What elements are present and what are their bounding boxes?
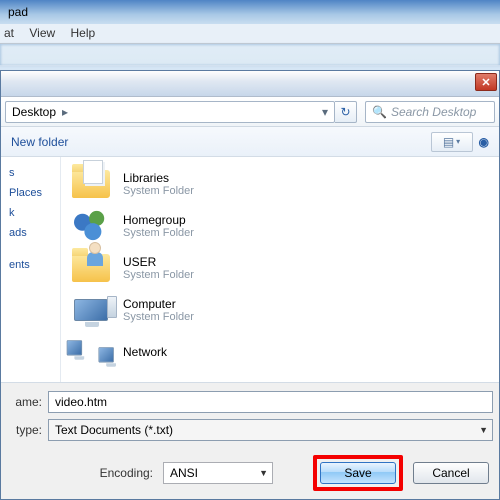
save-button-highlight: Save: [313, 455, 403, 491]
dialog-toolbar: New folder ▤ ▾ ◉: [1, 127, 499, 157]
dialog-navbar: Desktop ▸ ▾ ↻ 🔍 Search Desktop: [1, 97, 499, 127]
encoding-label: Encoding:: [100, 466, 153, 480]
dialog-titlebar: ✕: [1, 71, 499, 97]
computer-icon: [69, 290, 113, 330]
view-mode-button[interactable]: ▤ ▾: [431, 132, 473, 152]
chevron-down-icon: ▼: [479, 425, 488, 435]
save-as-dialog: ✕ Desktop ▸ ▾ ↻ 🔍 Search Desktop New fol…: [0, 70, 500, 500]
help-icon[interactable]: ◉: [479, 135, 489, 149]
item-subtitle: System Folder: [123, 269, 194, 281]
libraries-icon: [69, 164, 113, 204]
sidebar-item[interactable]: k: [5, 203, 56, 223]
notepad-editor-area: [0, 44, 500, 66]
refresh-icon: ↻: [340, 105, 350, 119]
sidebar-item[interactable]: ads: [5, 223, 56, 243]
list-item-libraries[interactable]: Libraries System Folder: [65, 163, 495, 205]
list-item-user[interactable]: USER System Folder: [65, 247, 495, 289]
filetype-value: Text Documents (*.txt): [55, 423, 173, 437]
item-title: Computer: [123, 297, 194, 311]
homegroup-icon: [69, 206, 113, 246]
sidebar-item[interactable]: ents: [5, 255, 56, 275]
item-title: Libraries: [123, 171, 194, 185]
dialog-bottom-panel: ame: type: Text Documents (*.txt) ▼ Enco…: [1, 383, 499, 499]
list-item-network[interactable]: Network: [65, 331, 495, 373]
filename-label: ame:: [7, 395, 42, 409]
menu-help[interactable]: Help: [71, 26, 96, 40]
list-item-homegroup[interactable]: Homegroup System Folder: [65, 205, 495, 247]
save-button-label: Save: [344, 466, 371, 480]
dialog-content: s Places k ads ents Libraries System Fol…: [1, 157, 499, 383]
item-subtitle: System Folder: [123, 311, 194, 323]
notepad-window: pad at View Help: [0, 0, 500, 65]
sidebar-item[interactable]: Places: [5, 183, 56, 203]
item-subtitle: System Folder: [123, 185, 194, 197]
breadcrumb-location: Desktop: [12, 105, 56, 119]
network-icon: [69, 332, 113, 372]
user-folder-icon: [69, 248, 113, 288]
search-icon: 🔍: [372, 105, 387, 119]
encoding-combo[interactable]: ANSI ▼: [163, 462, 273, 484]
filetype-label: type:: [7, 423, 42, 437]
item-title: USER: [123, 255, 194, 269]
filename-input[interactable]: [48, 391, 493, 413]
search-input[interactable]: 🔍 Search Desktop: [365, 101, 495, 123]
item-title: Network: [123, 345, 167, 359]
nav-sidebar: s Places k ads ents: [1, 157, 61, 382]
filetype-combo[interactable]: Text Documents (*.txt) ▼: [48, 419, 493, 441]
notepad-title-text: pad: [8, 5, 28, 19]
chevron-down-icon: ▾: [456, 137, 460, 146]
encoding-value: ANSI: [170, 466, 198, 480]
save-button[interactable]: Save: [320, 462, 396, 484]
refresh-button[interactable]: ↻: [335, 101, 357, 123]
file-list: Libraries System Folder Homegroup System…: [61, 157, 499, 382]
cancel-button[interactable]: Cancel: [413, 462, 489, 484]
notepad-menubar: at View Help: [0, 24, 500, 44]
search-placeholder: Search Desktop: [391, 105, 476, 119]
sidebar-item[interactable]: s: [5, 163, 56, 183]
cancel-button-label: Cancel: [432, 466, 469, 480]
chevron-right-icon[interactable]: ▸: [62, 105, 68, 119]
chevron-down-icon: ▼: [259, 468, 268, 478]
notepad-titlebar: pad: [0, 0, 500, 24]
menu-format[interactable]: at: [4, 26, 14, 40]
item-subtitle: System Folder: [123, 227, 194, 239]
list-item-computer[interactable]: Computer System Folder: [65, 289, 495, 331]
item-title: Homegroup: [123, 213, 194, 227]
view-list-icon: ▤: [443, 135, 454, 149]
breadcrumb[interactable]: Desktop ▸ ▾: [5, 101, 335, 123]
menu-view[interactable]: View: [29, 26, 55, 40]
chevron-down-icon[interactable]: ▾: [322, 105, 328, 119]
new-folder-button[interactable]: New folder: [11, 135, 68, 149]
close-icon[interactable]: ✕: [475, 73, 497, 91]
